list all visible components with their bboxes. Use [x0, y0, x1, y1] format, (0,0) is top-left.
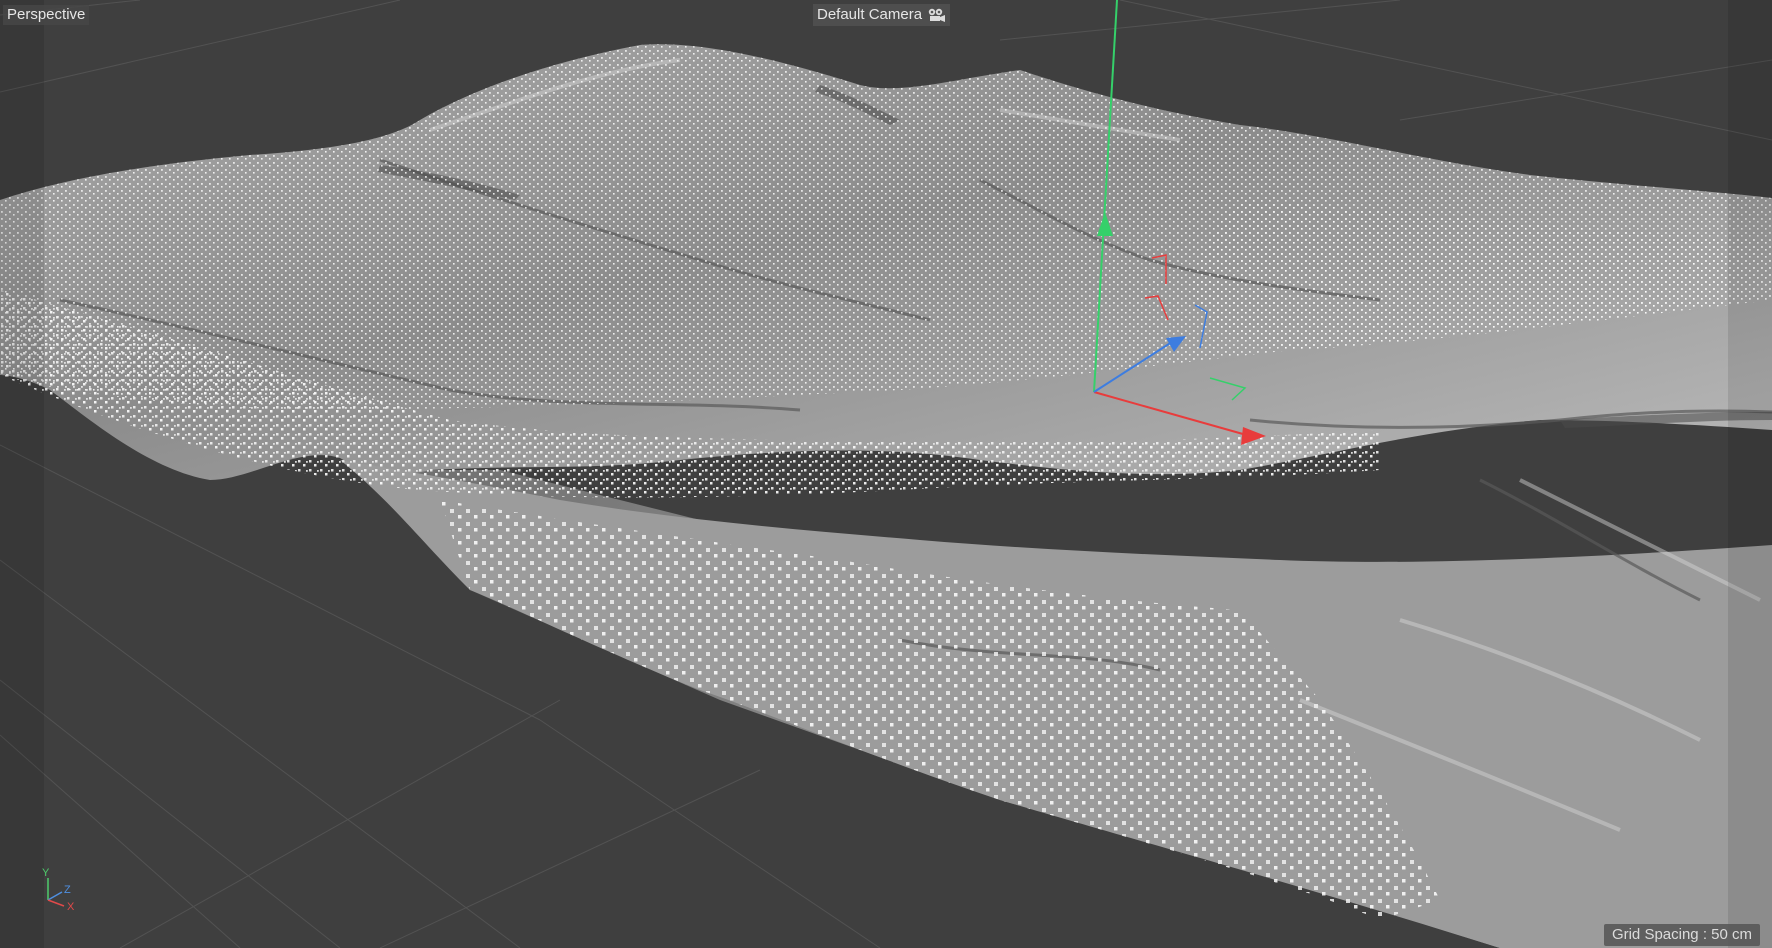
axis-z-label: Z	[64, 884, 71, 896]
camera-icon	[928, 8, 946, 22]
grid-spacing-readout: Grid Spacing : 50 cm	[1603, 924, 1760, 946]
viewport-scene[interactable]	[0, 0, 1772, 948]
safe-frame-right	[1728, 0, 1772, 948]
camera-name: Default Camera	[817, 6, 923, 23]
axis-y-label: Y	[42, 867, 50, 879]
3d-viewport[interactable]: Perspective Default Camera Y Z X Grid Sp…	[0, 0, 1772, 948]
view-mode-label[interactable]: Perspective	[3, 5, 90, 25]
axis-orientation-widget: Y Z X	[42, 867, 75, 912]
axis-x-label: X	[67, 901, 75, 912]
camera-selector[interactable]: Default Camera	[813, 4, 951, 26]
safe-frame-left	[0, 0, 44, 948]
